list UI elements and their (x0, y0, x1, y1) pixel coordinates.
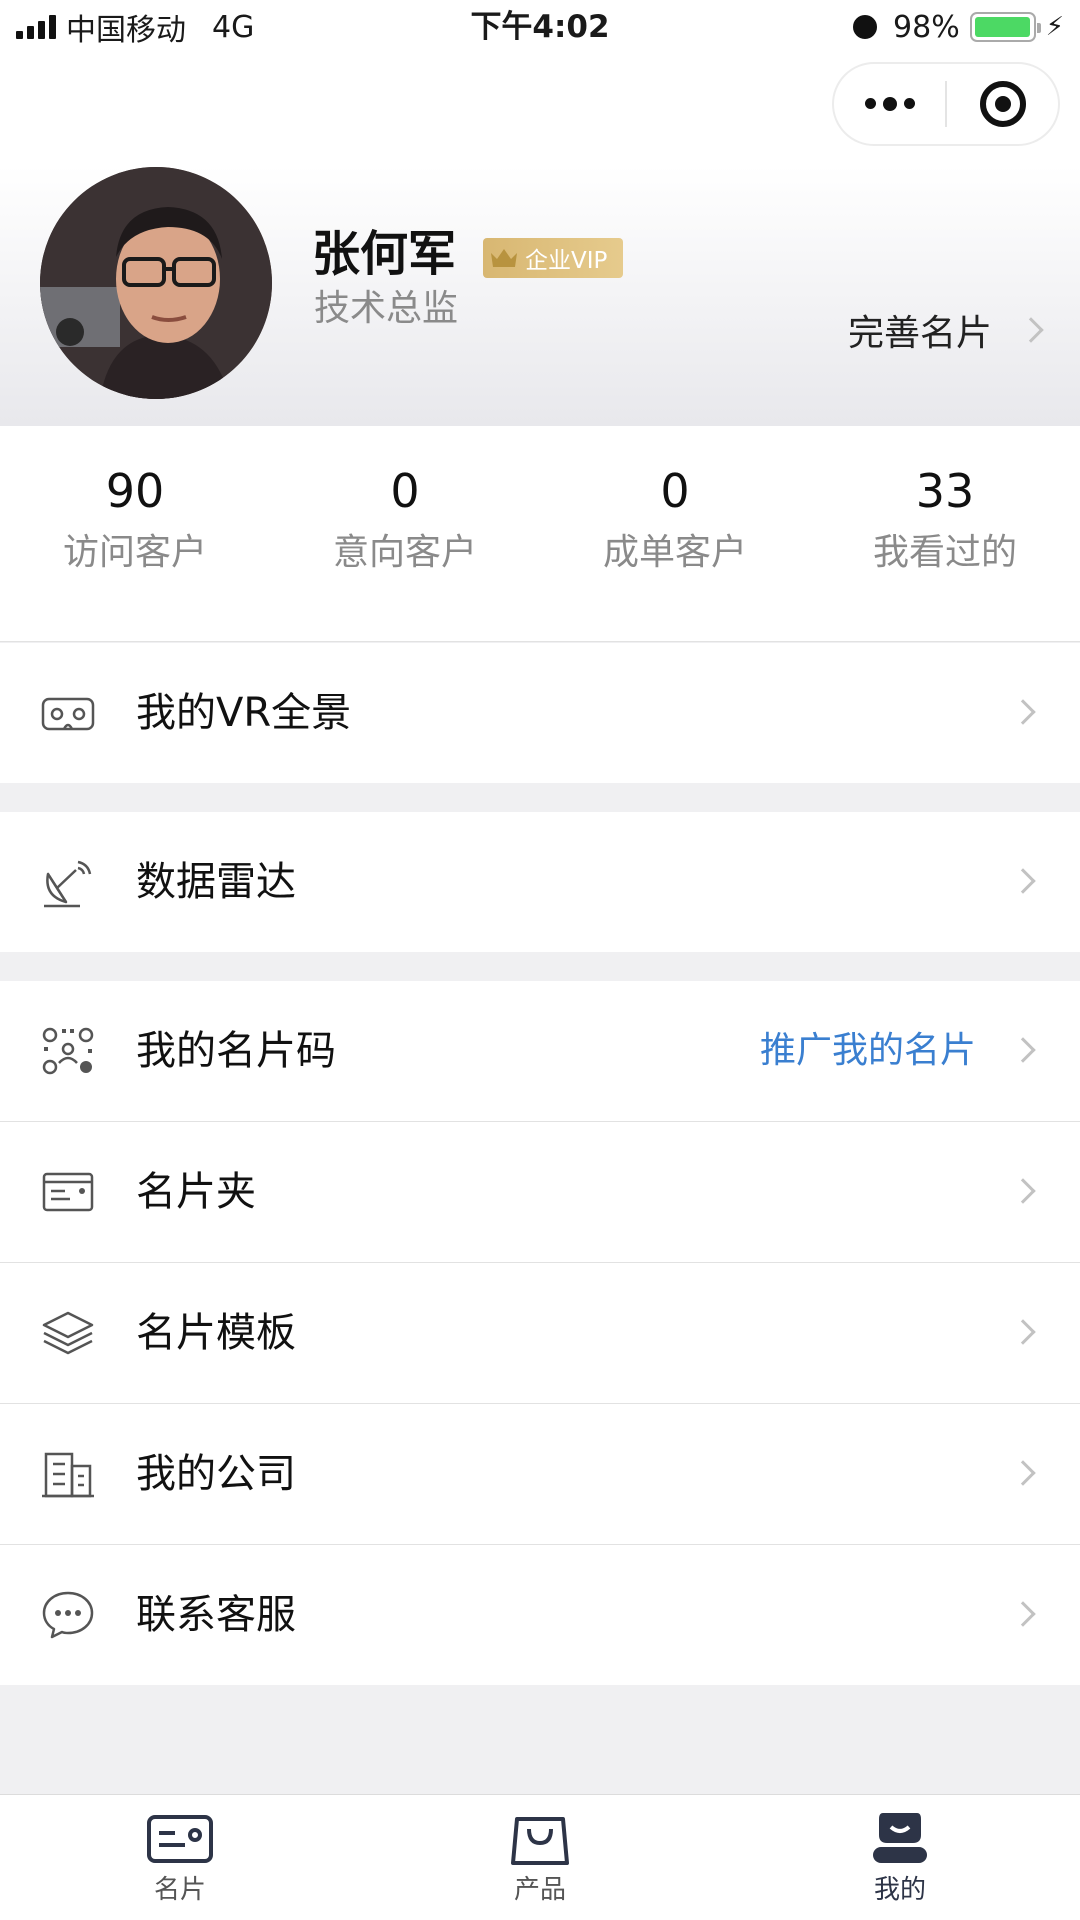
status-bar: 中国移动 4G 下午4:02 98% ⚡ (0, 0, 1080, 54)
chevron-right-icon (1010, 1178, 1036, 1204)
menu-item-card-code[interactable]: 我的名片码 推广我的名片 (0, 981, 1080, 1121)
tab-label: 产品 (513, 1875, 566, 1905)
tab-card[interactable]: 名片 (0, 1795, 360, 1920)
charging-icon: ⚡ (1045, 12, 1064, 42)
stat-value: 0 (660, 464, 690, 518)
profile-name: 张何军 (312, 226, 457, 282)
more-dots-icon[interactable] (834, 96, 945, 111)
chevron-right-icon (1018, 317, 1044, 343)
shopping-bag-icon (505, 1809, 575, 1867)
tab-bar: 名片 产品 我的 (0, 1794, 1080, 1920)
stat-deals[interactable]: 0 成单客户 (540, 426, 810, 641)
layers-icon (40, 1307, 96, 1359)
chevron-right-icon (1010, 868, 1036, 894)
qr-code-icon (40, 1025, 96, 1077)
chevron-right-icon (1010, 699, 1036, 725)
menu-item-card-holder[interactable]: 名片夹 (0, 1122, 1080, 1262)
card-icon (145, 1809, 215, 1867)
tab-mine[interactable]: 我的 (720, 1795, 1080, 1920)
mini-program-capsule (832, 62, 1060, 146)
menu-item-radar[interactable]: 数据雷达 (0, 812, 1080, 952)
stat-viewed[interactable]: 33 我看过的 (810, 426, 1080, 641)
vip-badge: 企业VIP (483, 238, 623, 278)
stat-value: 0 (390, 464, 420, 518)
menu-item-templates[interactable]: 名片模板 (0, 1263, 1080, 1403)
tab-label: 名片 (153, 1875, 206, 1905)
stat-visitors[interactable]: 90 访问客户 (0, 426, 270, 641)
menu-label: 我的VR全景 (136, 690, 352, 736)
stat-intent[interactable]: 0 意向客户 (270, 426, 540, 641)
menu-label: 我的公司 (136, 1451, 296, 1497)
stat-label: 成单客户 (602, 532, 747, 573)
chevron-right-icon (1010, 1037, 1036, 1063)
profile-title: 技术总监 (314, 288, 459, 329)
menu-item-service[interactable]: 联系客服 (0, 1545, 1080, 1685)
target-circle-icon[interactable] (947, 81, 1058, 127)
menu-label: 联系客服 (136, 1592, 296, 1638)
complete-card-button[interactable]: 完善名片 (847, 304, 1044, 356)
menu-label: 名片模板 (136, 1310, 296, 1356)
menu-label: 名片夹 (136, 1169, 256, 1215)
complete-card-label: 完善名片 (847, 313, 992, 354)
promote-card-link[interactable]: 推广我的名片 (760, 1027, 976, 1075)
menu-item-company[interactable]: 我的公司 (0, 1404, 1080, 1544)
avatar[interactable] (40, 167, 272, 399)
menu-item-vr[interactable]: 我的VR全景 (0, 643, 1080, 783)
battery-icon (969, 12, 1041, 42)
stat-value: 33 (915, 464, 975, 518)
status-right: 98% ⚡ (853, 8, 1064, 46)
user-icon (865, 1809, 935, 1867)
vr-goggles-icon (40, 687, 96, 739)
crown-icon (491, 249, 517, 267)
battery-percent: 98% (893, 9, 960, 45)
alarm-icon (853, 15, 878, 39)
vip-badge-label: 企业VIP (525, 248, 608, 274)
card-holder-icon (40, 1166, 96, 1218)
menu-label: 我的名片码 (136, 1028, 336, 1074)
chevron-right-icon (1010, 1460, 1036, 1486)
building-icon (40, 1448, 96, 1500)
stat-label: 我看过的 (872, 532, 1017, 573)
stats-bar: 90 访问客户 0 意向客户 0 成单客户 33 我看过的 (0, 426, 1080, 642)
tab-label: 我的 (873, 1875, 926, 1905)
satellite-dish-icon (40, 856, 96, 908)
stat-value: 90 (105, 464, 165, 518)
stat-label: 访问客户 (62, 532, 207, 573)
stat-label: 意向客户 (332, 532, 477, 573)
menu-label: 数据雷达 (136, 859, 296, 905)
chevron-right-icon (1010, 1319, 1036, 1345)
tab-products[interactable]: 产品 (360, 1795, 720, 1920)
chevron-right-icon (1010, 1601, 1036, 1627)
chat-bubble-icon (40, 1589, 96, 1641)
